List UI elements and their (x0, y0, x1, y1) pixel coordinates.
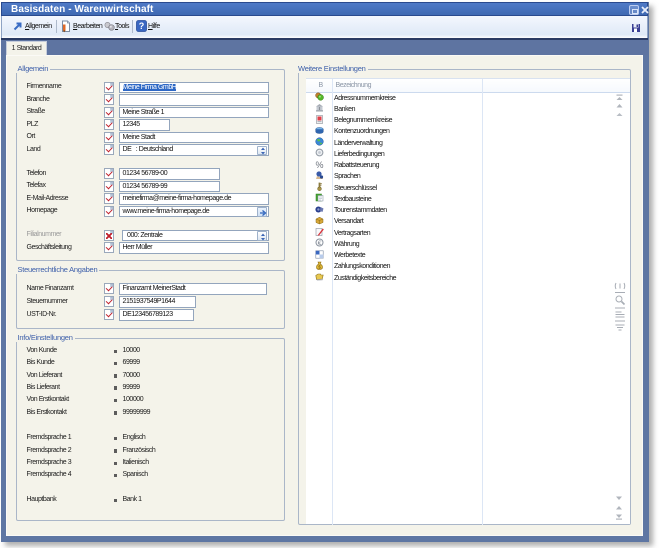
svg-text:%: % (315, 160, 323, 169)
svg-text:?: ? (139, 21, 145, 31)
svg-text:€: € (318, 240, 322, 247)
